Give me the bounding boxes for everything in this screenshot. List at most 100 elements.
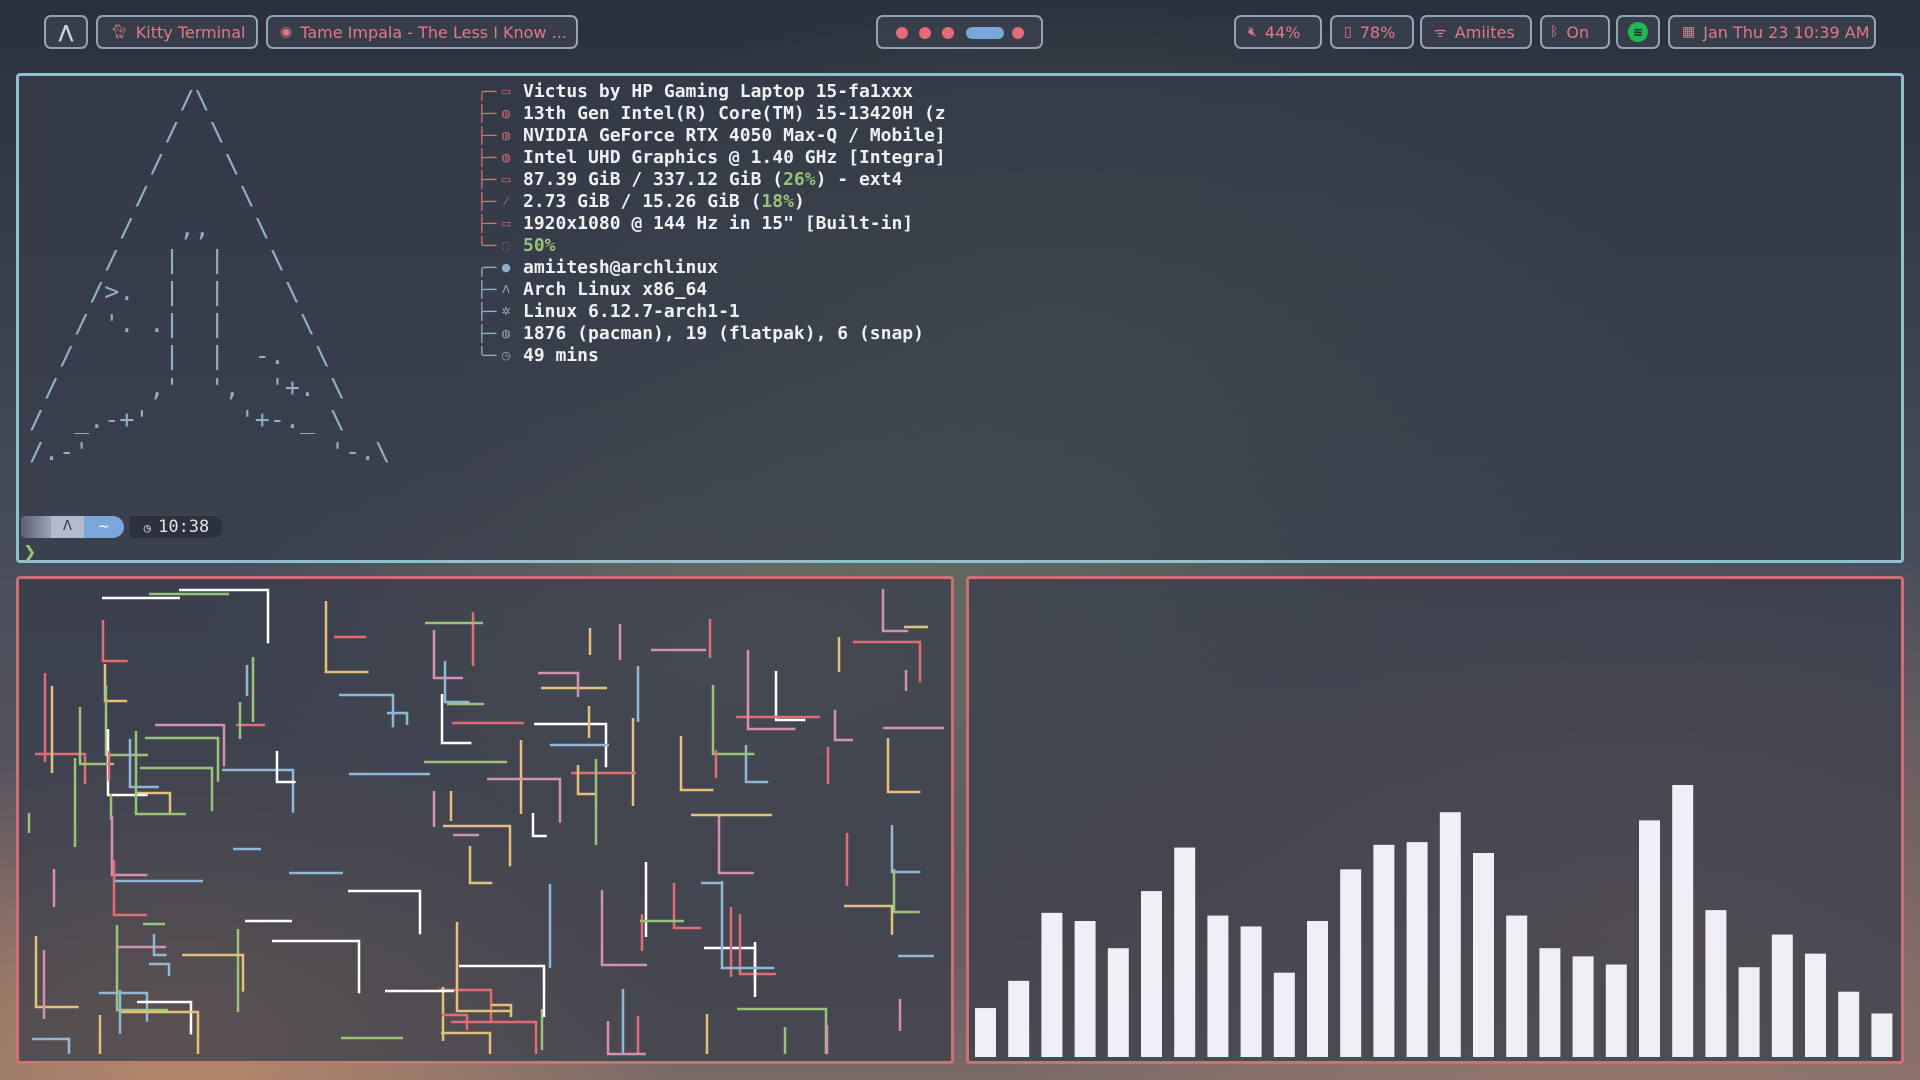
- arch-logo-icon: ⋀: [58, 21, 74, 43]
- visualizer-bar: [975, 1008, 996, 1057]
- info-row: ╭─ ▭ Victus by HP Gaming Laptop 15-fa1xxx: [477, 80, 946, 102]
- pipe-segment: [101, 620, 128, 663]
- active-window-button[interactable]: 🐈︎ Kitty Terminal: [96, 15, 258, 49]
- media-title: Tame Impala - The Less I Know ...: [300, 22, 567, 42]
- display-icon: ▭: [500, 216, 512, 230]
- prompt-os-segment: Λ: [51, 516, 84, 538]
- workspace-3[interactable]: [942, 27, 954, 39]
- info-text: 49 mins: [523, 344, 599, 366]
- pipes-terminal-window[interactable]: [16, 576, 954, 1064]
- clock-icon: ◷: [143, 521, 159, 535]
- pipe-segment: [439, 988, 493, 1022]
- visualizer-bar: [1008, 980, 1030, 1057]
- visualizer-bar: [1473, 853, 1494, 1057]
- pipe-segment: [155, 723, 226, 767]
- pipe-segment: [106, 729, 148, 797]
- visualizer-bar: [1572, 956, 1594, 1057]
- volume-button[interactable]: 🔇︎ 44%: [1234, 15, 1322, 49]
- pipe-segment: [149, 962, 171, 976]
- pipe-segment: [487, 777, 562, 823]
- visualizer-bar: [1074, 921, 1096, 1057]
- pipe-segment: [679, 736, 714, 792]
- info-text: amiitesh@archlinux: [523, 256, 719, 278]
- pipe-segment: [99, 991, 149, 1022]
- pipe-segment: [774, 671, 806, 722]
- info-row: ├─ ▭ 1920x1080 @ 144 Hz in 15" [Built-in]: [477, 212, 946, 234]
- pipe-segment: [272, 939, 361, 994]
- launcher-button[interactable]: ⋀: [44, 15, 88, 49]
- volume-mute-icon: 🔇︎: [1248, 24, 1257, 40]
- workspace-2[interactable]: [919, 27, 931, 39]
- top-bar: ⋀ 🐈︎ Kitty Terminal ◉ Tame Impala - The …: [0, 0, 1920, 64]
- visualizer-bar: [1539, 948, 1561, 1057]
- pipe-segment: [432, 630, 463, 680]
- workspace-5[interactable]: [1012, 27, 1024, 39]
- prompt-time: 10:38: [158, 517, 210, 537]
- visualizer-bar: [1705, 910, 1727, 1057]
- info-text: 2.73 GiB / 15.26 GiB (18%): [523, 190, 805, 212]
- audio-visualizer-window[interactable]: [966, 576, 1904, 1064]
- info-text: 13th Gen Intel(R) Core(TM) i5-13420H (z: [523, 102, 946, 124]
- visualizer-bar: [1373, 844, 1395, 1057]
- visualizer-bar: [1439, 812, 1461, 1057]
- pipe-segment: [853, 640, 922, 683]
- info-row: ├─ Λ Arch Linux x86_64: [477, 278, 946, 300]
- datetime: Jan Thu 23 10:39 AM: [1703, 22, 1870, 42]
- cpu-icon: ◍: [501, 106, 511, 120]
- visualizer-bar: [1605, 964, 1627, 1057]
- kitty-terminal-window[interactable]: /\ / \ / \ / \ / ,, \ / | | \ />. | | \ …: [16, 73, 1904, 563]
- kernel-icon: ✲: [501, 304, 511, 318]
- cat-icon: 🐈︎: [110, 24, 128, 40]
- pipe-segment: [179, 588, 270, 644]
- pipe-segment: [441, 1031, 492, 1054]
- info-text: 1920x1080 @ 144 Hz in 15" [Built-in]: [523, 212, 914, 234]
- disk-icon: ▭: [500, 172, 512, 186]
- pipe-segment: [137, 1000, 193, 1035]
- info-text: NVIDIA GeForce RTX 4050 Max-Q / Mobile]: [523, 124, 946, 146]
- clock-button[interactable]: ▦ Jan Thu 23 10:39 AM: [1668, 15, 1876, 49]
- active-window-label: Kitty Terminal: [135, 22, 246, 42]
- pipe-segment: [339, 693, 395, 728]
- pipe-segment: [35, 752, 87, 784]
- battery-icon: ▯: [1344, 24, 1352, 40]
- media-button[interactable]: ◉ Tame Impala - The Less I Know ...: [266, 15, 578, 49]
- battery-button[interactable]: ▯ 78%: [1330, 15, 1414, 49]
- prompt-segment-start: [21, 516, 51, 538]
- workspace-4-active[interactable]: [966, 27, 1004, 39]
- pipe-segment: [112, 860, 147, 917]
- arch-icon: Λ: [502, 282, 510, 296]
- pipe-segment: [443, 824, 512, 867]
- prompt-cursor[interactable]: ❯: [23, 542, 36, 561]
- pipe-segment: [222, 768, 295, 813]
- info-row: ╭─ ● amiitesh@archlinux: [477, 256, 946, 278]
- visualizer-bar: [1406, 842, 1428, 1057]
- visualizer-bar: [1639, 820, 1660, 1057]
- pipe-segment: [152, 934, 167, 957]
- visualizer-bar: [1672, 785, 1694, 1057]
- fastfetch-info: ╭─ ▭ Victus by HP Gaming Laptop 15-fa1xxx ├…: [477, 80, 946, 366]
- visualizer-bar: [1838, 991, 1860, 1057]
- visualizer-bar: [1107, 948, 1129, 1057]
- visualizer-bar: [1273, 972, 1295, 1057]
- info-row: ╰─ ◌ 50%: [477, 234, 946, 256]
- laptop-icon: ▭: [500, 84, 512, 98]
- workspace-1[interactable]: [896, 27, 908, 39]
- pipe-segment: [886, 738, 921, 794]
- spotify-icon: ◉: [280, 24, 293, 40]
- visualizer-bar: [1041, 912, 1063, 1057]
- prompt-dir-segment: ~: [83, 516, 124, 538]
- pipe-segment: [717, 815, 754, 875]
- info-row: ├─ ◍ 1876 (pacman), 19 (flatpak), 6 (snap): [477, 322, 946, 344]
- spotify-tray-button[interactable]: ≋: [1616, 15, 1660, 49]
- pipe-segment: [145, 736, 220, 782]
- pipe-segment: [531, 813, 547, 838]
- bluetooth-status: On: [1566, 22, 1590, 42]
- bluetooth-button[interactable]: ᛒ On: [1540, 15, 1610, 49]
- info-text: 87.39 GiB / 337.12 GiB (26%) - ext4: [523, 168, 903, 190]
- wifi-button[interactable]: ᯤ Amiites: [1420, 15, 1532, 49]
- pipe-segment: [451, 1020, 538, 1054]
- visualizer-bar: [1340, 869, 1362, 1057]
- spotify-icon: ≋: [1628, 22, 1648, 42]
- user-icon: ●: [501, 260, 511, 274]
- pipe-segment: [890, 825, 921, 874]
